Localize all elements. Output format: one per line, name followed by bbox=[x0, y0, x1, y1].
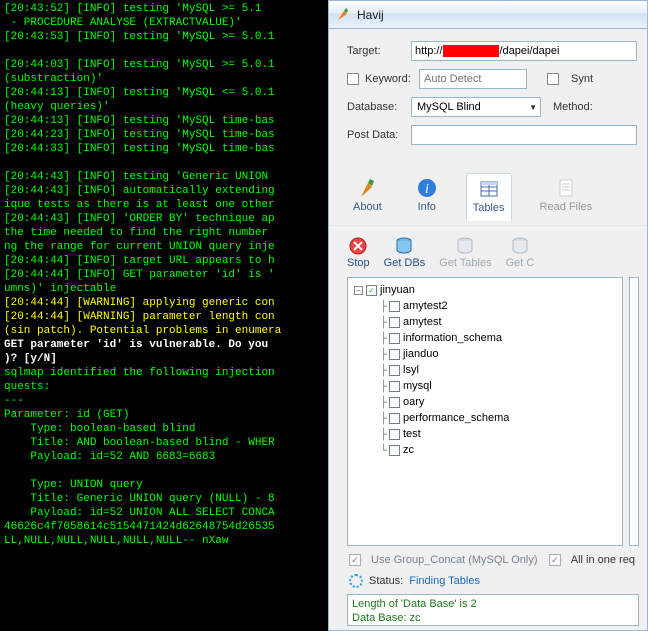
status-bar: Status: Finding Tables bbox=[329, 568, 647, 592]
chevron-down-icon: ▼ bbox=[529, 103, 537, 112]
tree-item-checkbox[interactable] bbox=[389, 365, 400, 376]
database-tree[interactable]: −✓jinyuan├amytest2├amytest├information_s… bbox=[347, 277, 623, 546]
tree-item-label[interactable]: zc bbox=[403, 444, 414, 456]
svg-text:i: i bbox=[425, 182, 429, 197]
syntax-checkbox[interactable] bbox=[547, 73, 559, 85]
carrot-icon bbox=[335, 7, 351, 23]
tree-item-label[interactable]: test bbox=[403, 428, 421, 440]
tree-item-checkbox[interactable] bbox=[389, 381, 400, 392]
sqlmap-terminal: [20:43:52] [INFO] testing 'MySQL >= 5.1 … bbox=[0, 0, 328, 631]
postdata-input[interactable] bbox=[411, 125, 637, 145]
tree-item-label[interactable]: information_schema bbox=[403, 332, 502, 344]
postdata-label: Post Data: bbox=[347, 129, 405, 141]
tree-item-checkbox[interactable] bbox=[389, 413, 400, 424]
method-label: Method: bbox=[553, 101, 593, 113]
getdbs-button[interactable]: Get DBs bbox=[384, 236, 426, 269]
tree-item-checkbox[interactable] bbox=[389, 333, 400, 344]
window-title: Havij bbox=[357, 8, 384, 22]
output-log: Length of 'Data Base' is 2 Data Base: zc bbox=[347, 594, 639, 626]
tree-item-label[interactable]: performance_schema bbox=[403, 412, 509, 424]
database-label: Database: bbox=[347, 101, 405, 113]
status-label: Status: bbox=[369, 575, 403, 587]
tree-item-label[interactable]: amytest bbox=[403, 316, 442, 328]
tree-item-label[interactable]: oary bbox=[403, 396, 424, 408]
tree-item-checkbox[interactable] bbox=[389, 349, 400, 360]
columns-panel bbox=[629, 277, 639, 546]
window-titlebar: Havij bbox=[329, 1, 647, 29]
about-icon bbox=[356, 177, 378, 199]
tab-readfiles[interactable]: Read Files bbox=[534, 173, 599, 221]
tab-info[interactable]: i Info bbox=[410, 173, 444, 221]
tree-item-checkbox[interactable] bbox=[389, 301, 400, 312]
groupconcat-checkbox[interactable]: ✓ bbox=[349, 554, 361, 566]
keyword-label: Keyword: bbox=[365, 73, 413, 85]
getcolumns-icon bbox=[510, 236, 530, 256]
tree-item-label[interactable]: jianduo bbox=[403, 348, 438, 360]
target-input[interactable]: http:// ________ /dapei/dapei bbox=[411, 41, 637, 61]
allinone-checkbox[interactable]: ✓ bbox=[549, 554, 561, 566]
spinner-icon bbox=[349, 574, 363, 588]
tab-about[interactable]: About bbox=[347, 173, 388, 221]
tree-item-label[interactable]: amytest2 bbox=[403, 300, 448, 312]
target-form: Target: http:// ________ /dapei/dapei Ke… bbox=[329, 33, 647, 159]
getcolumns-button[interactable]: Get C bbox=[506, 236, 535, 269]
havij-window: Havij Target: http:// ________ /dapei/da… bbox=[328, 0, 648, 631]
main-tabs: About i Info Tables Read Files bbox=[329, 159, 647, 225]
syntax-label: Synt bbox=[571, 73, 593, 85]
action-toolbar: Stop Get DBs Get Tables Get C bbox=[329, 225, 647, 275]
target-label: Target: bbox=[347, 45, 405, 57]
collapse-icon[interactable]: − bbox=[354, 286, 363, 295]
tree-item-label[interactable]: mysql bbox=[403, 380, 432, 392]
redacted-url: ________ bbox=[443, 45, 500, 57]
root-checkbox[interactable]: ✓ bbox=[366, 285, 377, 296]
groupconcat-label: Use Group_Concat (MySQL Only) bbox=[371, 554, 537, 566]
keyword-input[interactable] bbox=[419, 69, 527, 89]
info-icon: i bbox=[416, 177, 438, 199]
tree-item-checkbox[interactable] bbox=[389, 397, 400, 408]
tables-icon bbox=[478, 178, 500, 200]
stop-button[interactable]: Stop bbox=[347, 236, 370, 269]
tab-tables[interactable]: Tables bbox=[466, 173, 512, 221]
tree-item-checkbox[interactable] bbox=[389, 317, 400, 328]
database-icon bbox=[394, 236, 414, 256]
tree-item-checkbox[interactable] bbox=[389, 445, 400, 456]
keyword-checkbox[interactable] bbox=[347, 73, 359, 85]
gettables-button[interactable]: Get Tables bbox=[439, 236, 491, 269]
tree-root-label[interactable]: jinyuan bbox=[380, 284, 415, 296]
tree-item-checkbox[interactable] bbox=[389, 429, 400, 440]
allinone-label: All in one req bbox=[571, 554, 635, 566]
gettables-icon bbox=[455, 236, 475, 256]
stop-icon bbox=[348, 236, 368, 256]
status-value[interactable]: Finding Tables bbox=[409, 575, 480, 587]
readfiles-icon bbox=[555, 177, 577, 199]
database-select[interactable]: MySQL Blind ▼ bbox=[411, 97, 541, 117]
tree-item-label[interactable]: lsyl bbox=[403, 364, 419, 376]
